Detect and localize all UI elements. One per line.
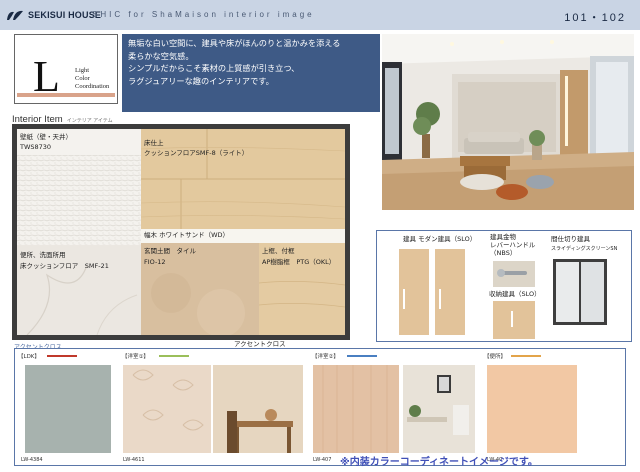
concept-line: シンプルだからこそ素材の上質感が引き立つ、 [128,63,300,73]
coordination-title-block: L Light Color Coordination [14,34,118,104]
door-label: 建具 モダン建具（SLO） [403,235,477,243]
room1-photo [213,365,303,453]
room-image [382,34,634,210]
concept-line: 無垢な白い空間に、建具や床がほんのりと温かみを添える [128,38,341,48]
accent-group-room2: 【洋室②】 LW-407 [309,349,481,467]
swatch-floor: 床仕上 クッションフロアSMF-8（ライト） [141,129,345,229]
room-color-line [159,355,189,357]
footnote: ※内装カラーコーディネートイメージです。 [340,457,538,468]
room-label: 【洋室①】 [122,354,149,360]
floor-label: 床仕上 [144,139,164,147]
partition-label: 間仕切り建具 [551,235,590,243]
cloth-code: LW-407 [313,457,332,463]
fittings-box: 建具 モダン建具（SLO） 建具金物 レバーハンドル （NBS） 収納建具（SL… [376,230,632,342]
entry-frame-code: AP樹脂框 PTG（OKL） [262,258,336,266]
room-color-line [47,355,77,357]
accent-group-room1: 【洋室①】 LW-4611 [119,349,309,467]
door-samples [399,249,465,335]
entrance-tile-label: 玄関土間 タイル [144,247,196,255]
sekisui-mark-icon [7,10,23,20]
handle-label-line: レバーハンドル [490,241,536,249]
accent-group-toilet: 【便所】 LW-40 [481,349,627,467]
toilet-floor-code: 床クッションフロア SMF-21 [20,262,109,270]
cloth-swatch [123,365,211,453]
sliding-screen-sample [553,259,607,325]
concept-line: ラグジュアリーな趣のインテリアです。 [128,75,274,86]
room2-photo [403,365,475,453]
storage-door-sample [493,301,535,339]
accent-strip [17,93,115,97]
subtitle-line-1: Light [75,67,90,74]
baseboard-label: 幅木 ホワイトサンド（WD） [144,231,229,239]
accent-cloth-caption: アクセントクロス [234,340,286,348]
material-board: 壁紙（壁・天井） TWS8730 床仕上 クッションフロアSMF-8（ライト） … [12,124,350,340]
room-color-line [347,355,377,357]
entry-frame-label: 上框、付框 [262,247,295,255]
cloth-code: LW-4384 [21,457,43,463]
swatch-toilet-floor: 便所、洗面所用 床クッションフロア SMF-21 [17,245,141,335]
accent-group-ldk: 【LDK】 LW-4384 [15,349,119,467]
concept-line: 柔らかな空気感。 [128,50,194,61]
room-color-line [511,355,541,357]
subtitle-line-3: Coordination [75,83,110,90]
handle-label-line: （NBS） [490,249,517,257]
storage-door-label: 収納建具（SLO） [489,290,541,298]
floor-code: クッションフロアSMF-8（ライト） [144,149,249,157]
wallpaper-label: 壁紙（壁・天井） [20,133,72,141]
toilet-floor-label: 便所、洗面所用 [20,251,66,259]
handle-label: 建具金物 レバーハンドル （NBS） [490,233,535,257]
swatch-entry-frame: 上框、付框 AP樹脂框 PTG（OKL） [259,243,345,335]
cloth-code: LW-4611 [123,457,145,463]
partition-model: スライディングスクリーンSN [551,246,618,252]
cloth-swatch [313,365,399,453]
subtitle-line-2: Color [75,75,90,82]
coordination-subtitle: Light Color Coordination [75,67,109,91]
series-title: SHIC for ShaMaison interior image [92,10,315,19]
swatch-baseboard: 幅木 ホワイトサンド（WD） [141,229,345,243]
room-label: 【LDK】 [18,354,40,360]
room-label: 【洋室②】 [312,354,339,360]
concept-panel: 無垢な白い空間に、建具や床がほんのりと温かみを添える 柔らかな空気感。 シンプル… [122,34,380,112]
accent-cloth-box: 【LDK】 LW-4384 【洋室①】 LW-4611 【洋室②】 LW-407… [14,348,626,466]
unit-numbers: 101・102 [564,12,626,24]
lever-handle-icon [493,261,535,287]
entrance-tile-code: FIO-12 [144,258,166,266]
room-label: 【便所】 [484,354,507,360]
cloth-swatch [487,365,577,453]
handle-label-line: 建具金物 [490,233,516,241]
wallpaper-code: TWS8730 [20,143,52,151]
sekisui-logo: SEKISUI HOUSE [6,6,101,24]
swatch-entrance-tile: 玄関土間 タイル FIO-12 [141,243,259,335]
cloth-swatch [25,365,111,453]
brand-name: SEKISUI HOUSE [28,10,102,20]
swatch-wallpaper: 壁紙（壁・天井） TWS8730 [17,129,141,245]
